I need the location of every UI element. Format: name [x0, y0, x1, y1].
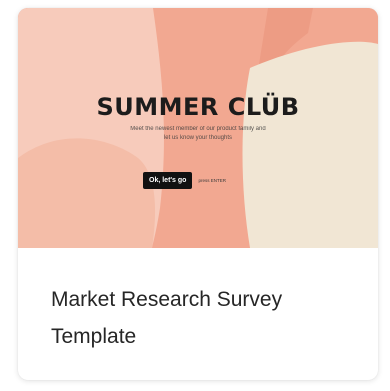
template-preview-image: SUMMER CLÜB Meet the newest member of ou… — [18, 8, 378, 248]
template-title[interactable]: Market Research Survey Template — [51, 281, 371, 355]
preview-cta-row: Ok, let's go press ENTER — [143, 172, 226, 189]
preview-ok-button: Ok, let's go — [143, 172, 193, 189]
preview-enter-hint: press ENTER — [198, 178, 226, 183]
template-card[interactable]: SUMMER CLÜB Meet the newest member of ou… — [18, 8, 378, 380]
preview-subtitle: Meet the newest member of our product fa… — [130, 126, 266, 141]
preview-heading: SUMMER CLÜB — [96, 93, 300, 121]
